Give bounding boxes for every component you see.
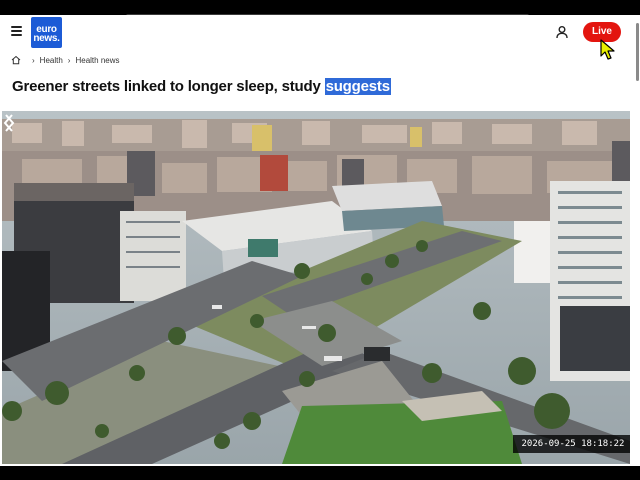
screen-frame: euro news. Live › Health › Health news G… [0, 0, 640, 480]
breadcrumb: › Health › Health news [11, 54, 120, 66]
breadcrumb-separator: › [67, 55, 71, 65]
hamburger-menu-icon[interactable] [11, 26, 22, 36]
breadcrumb-health-news[interactable]: Health news [75, 56, 119, 65]
article-title-text: Greener streets linked to longer sleep, … [12, 78, 325, 95]
mouse-pointer-icon [600, 39, 615, 60]
hero-image[interactable]: 2026-09-25 18:18:22 [2, 111, 630, 464]
web-page: euro news. Live › Health › Health news G… [0, 15, 634, 466]
breadcrumb-separator: › [32, 55, 35, 65]
euronews-logo[interactable]: euro news. [31, 17, 62, 48]
site-header: euro news. Live [0, 15, 634, 49]
page-scrollbar[interactable] [634, 15, 640, 466]
aerial-city-photo [2, 111, 630, 464]
video-timestamp: 2026-09-25 18:18:22 [513, 435, 630, 453]
user-icon[interactable] [555, 25, 569, 39]
chevron-right-icon[interactable] [2, 111, 16, 135]
logo-text-bottom: news. [33, 33, 60, 44]
home-icon[interactable] [11, 55, 21, 65]
article-title-highlight[interactable]: suggests [324, 78, 391, 95]
breadcrumb-health[interactable]: Health [40, 56, 63, 65]
scrollbar-thumb[interactable] [636, 23, 639, 81]
article-title: Greener streets linked to longer sleep, … [12, 78, 391, 95]
